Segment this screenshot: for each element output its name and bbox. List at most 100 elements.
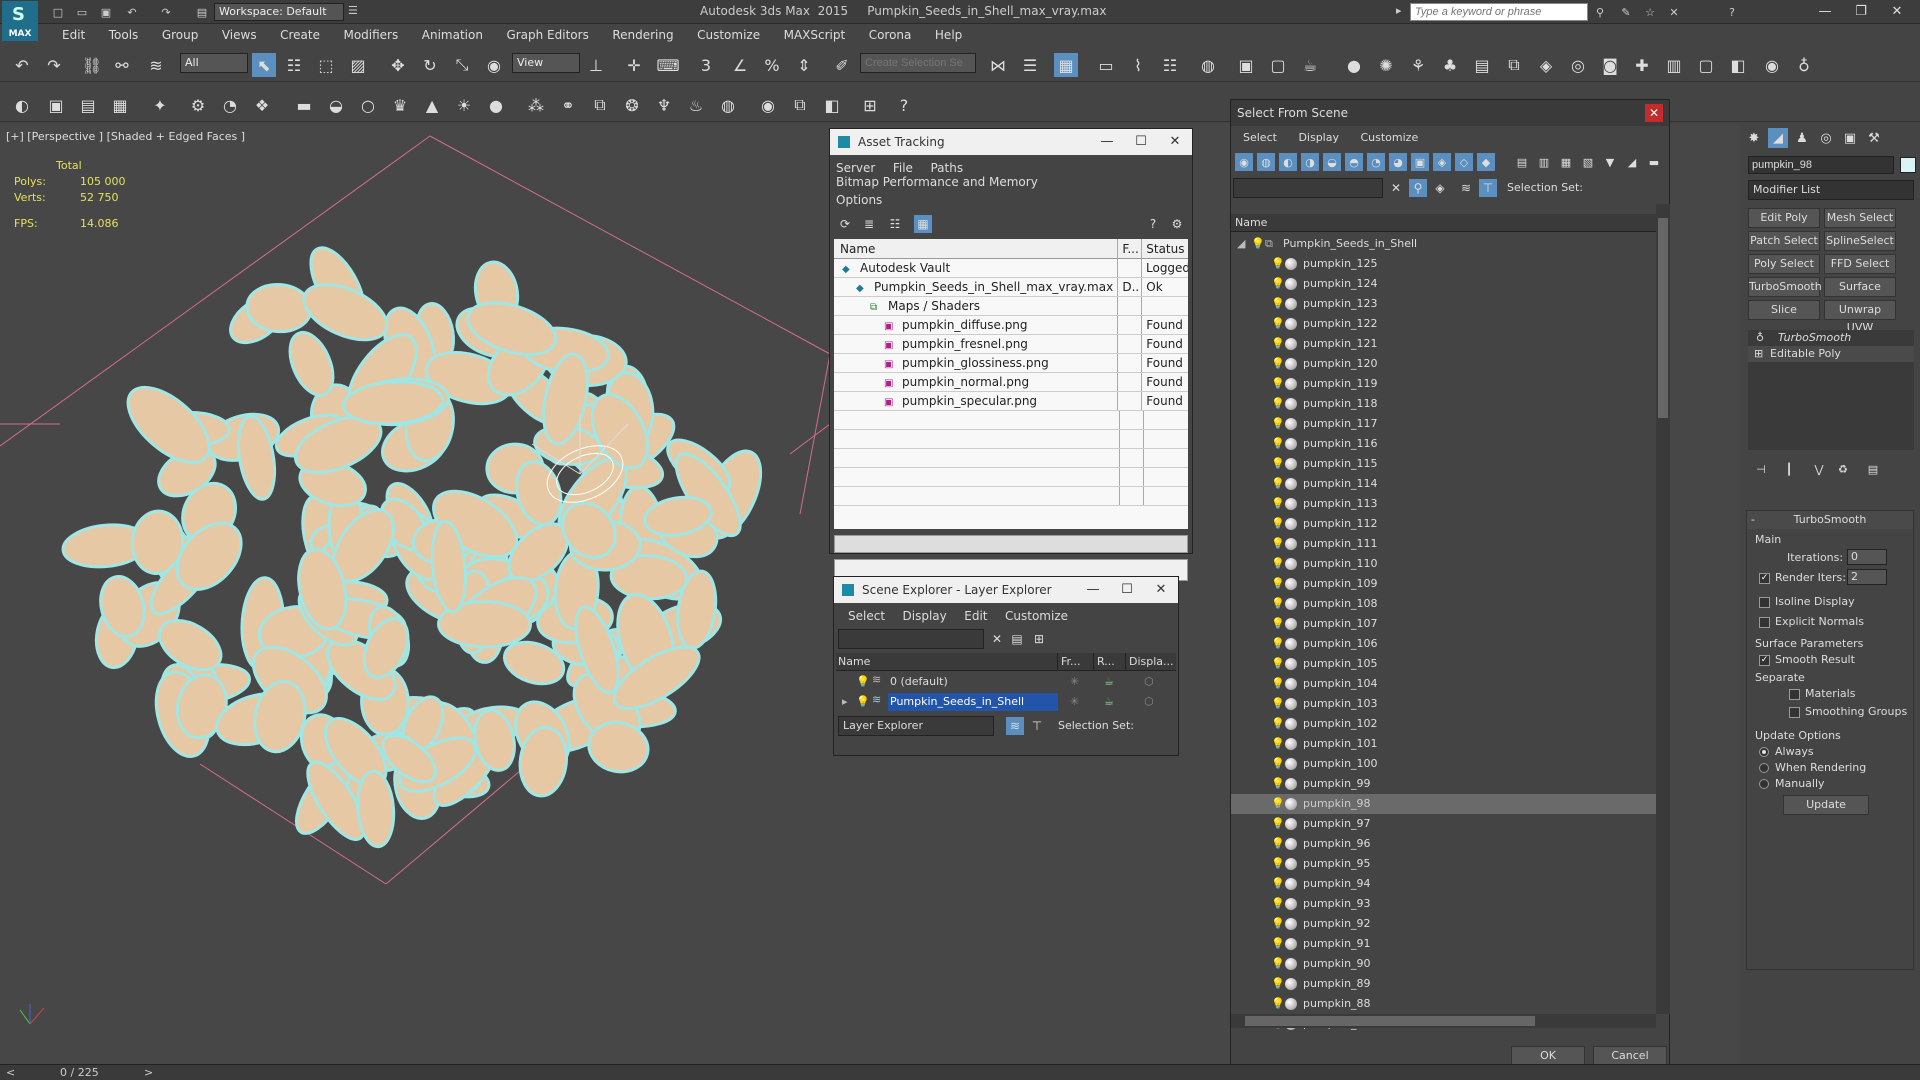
vray-sphere-light-icon[interactable]: ○ [356,93,380,117]
groups-filter-icon[interactable]: ◔ [1367,153,1385,171]
unlink-icon[interactable]: ⚯ [110,53,134,77]
modifier-button-slice[interactable]: Slice [1748,300,1820,320]
named-selection-set-input[interactable] [860,53,976,73]
sfs-object-row[interactable]: 💡 pumpkin_107 [1231,614,1656,634]
sfs-scroll-thumb[interactable] [1658,218,1668,418]
sort-icon[interactable]: ◢ [1623,153,1641,171]
modifier-button-poly-select[interactable]: Poly Select [1748,254,1820,274]
scene-explorer-titlebar[interactable]: Scene Explorer - Layer Explorer — ☐ ✕ [834,577,1178,603]
open-file-icon[interactable]: ▭ [74,4,90,20]
undo-icon[interactable]: ↶ [10,53,34,77]
render-teapot-icon[interactable]: ☕ [1104,675,1114,688]
lightbulb-icon[interactable]: 💡 [1271,938,1285,950]
layer-col-display[interactable]: Displa... [1126,653,1176,670]
spacewarps-filter-icon[interactable]: ◓ [1345,153,1363,171]
sfs-object-row[interactable]: 💡 pumpkin_115 [1231,454,1656,474]
explicit-normals-checkbox[interactable] [1759,617,1770,628]
sfs-object-row[interactable]: 💡 pumpkin_113 [1231,494,1656,514]
vray-light-icon[interactable]: ● [1342,53,1366,77]
viewport-icon[interactable]: ▢ [1694,53,1718,77]
sfs-object-row[interactable]: 💡 pumpkin_99 [1231,774,1656,794]
sfs-object-row[interactable]: 💡 pumpkin_105 [1231,654,1656,674]
sfs-object-row[interactable]: 💡 pumpkin_121 [1231,334,1656,354]
containers-filter-icon[interactable]: ◈ [1433,153,1451,171]
se-menu-customize[interactable]: Customize [1005,609,1068,623]
object-color-swatch[interactable] [1900,157,1916,173]
lightbulb-icon[interactable]: 💡 [1271,518,1285,530]
menu-graph-editors[interactable]: Graph Editors [496,24,598,46]
layers-icon[interactable]: ≋ [1006,717,1024,735]
keyboard-shortcut-icon[interactable]: ⌨ [656,53,680,77]
asset-menu-options[interactable]: Options [836,193,882,207]
modifier-list-dropdown[interactable]: Modifier List [1748,180,1914,200]
sfs-object-row[interactable]: 💡 pumpkin_109 [1231,574,1656,594]
sfs-object-row[interactable]: 💡 pumpkin_95 [1231,854,1656,874]
lightbulb-icon[interactable]: 💡 [1271,618,1285,630]
vray-hf-icon[interactable]: ♨ [684,93,708,117]
render-region-icon[interactable]: ⧉ [788,93,812,117]
rollout-collapse-icon[interactable]: - [1751,511,1755,529]
minimize-icon[interactable]: — [1090,129,1124,155]
sfs-menu-customize[interactable]: Customize [1360,131,1418,144]
sfs-menu-select[interactable]: Select [1243,131,1277,144]
lightbulb-icon[interactable]: 💡 [1271,958,1285,970]
grid-icon[interactable]: ✚ [1630,53,1654,77]
bones-filter-icon[interactable]: ▣ [1411,153,1429,171]
sfs-object-row[interactable]: 💡 pumpkin_117 [1231,414,1656,434]
motion-tab-icon[interactable]: ◎ [1816,128,1836,148]
curve-editor-icon[interactable]: ⌇ [1126,53,1150,77]
link-icon[interactable]: ⛓ [80,53,104,77]
lightbulb-icon[interactable]: 💡 [1271,438,1285,450]
modifier-button-splineselect[interactable]: SplineSelect [1824,231,1896,251]
create-tab-icon[interactable]: ✸ [1744,128,1764,148]
hierarchy-icon[interactable]: ⊤ [1479,179,1497,197]
sfs-object-row[interactable]: 💡 pumpkin_124 [1231,274,1656,294]
sfs-object-row[interactable]: 💡 pumpkin_111 [1231,534,1656,554]
isoline-checkbox[interactable] [1759,597,1770,608]
tree-view-icon[interactable]: ☷ [886,215,904,233]
expand-arrow-icon[interactable]: ▸ [842,695,848,708]
vray-toon-icon[interactable]: ◔ [218,93,242,117]
menu-modifiers[interactable]: Modifiers [333,24,408,46]
se-menu-display[interactable]: Display [903,609,947,623]
vray-light-lister-icon[interactable]: ✦ [148,93,172,117]
lightbulb-icon[interactable]: 💡 [1271,538,1285,550]
sfs-object-row[interactable]: 💡 pumpkin_98 [1231,794,1656,814]
sfs-object-row[interactable]: 💡 pumpkin_104 [1231,674,1656,694]
minimize-icon[interactable]: — [1810,2,1840,22]
freeze-icon[interactable]: ✳ [1070,675,1079,688]
modifier-button-mesh-select[interactable]: Mesh Select [1824,208,1896,228]
tools-icon[interactable]: ✎ [1618,4,1634,20]
sfs-object-row[interactable]: 💡 pumpkin_110 [1231,554,1656,574]
snaps-toggle-icon[interactable]: 3 [694,53,718,77]
expand-icon[interactable]: ⊞ [1754,346,1763,362]
layer-row-pumpkin[interactable]: ▸ 💡 ≋ Pumpkin_Seeds_in_Shell ✳ ☕ ⬡ [836,693,1176,711]
clear-search-icon[interactable]: ✕ [988,630,1006,648]
hierarchy-icon[interactable]: ⊤ [1028,717,1046,735]
vray-fur-icon[interactable]: ⚘ [1406,53,1430,77]
asset-row[interactable]: ▣ pumpkin_specular.png Found [834,392,1188,411]
col-status[interactable]: Status [1142,239,1188,258]
refresh-icon[interactable]: ⟳ [836,215,854,233]
sfs-object-row[interactable]: 💡 pumpkin_103 [1231,694,1656,714]
close-icon[interactable]: ✕ [1645,104,1663,122]
show-end-result-icon[interactable]: ┃ [1780,460,1798,478]
update-always-radio[interactable] [1759,747,1769,757]
vray-clipper-icon[interactable]: ♆ [652,93,676,117]
vray-proxy-icon[interactable]: ♣ [1438,53,1462,77]
make-unique-icon[interactable]: ⋁ [1810,460,1828,478]
lightbulb-icon[interactable]: 💡 [1271,738,1285,750]
se-menu-select[interactable]: Select [848,609,885,623]
layer-col-name[interactable]: Name [836,653,1058,670]
stack-item-turbosmooth[interactable]: ♁ TurboSmooth [1748,330,1914,346]
sfs-object-row[interactable]: 💡 pumpkin_97 [1231,814,1656,834]
update-button[interactable]: Update [1783,795,1869,815]
select-from-scene-titlebar[interactable]: Select From Scene ✕ [1231,100,1669,126]
vray-plane-create-icon[interactable]: ⧉ [588,93,612,117]
sfs-object-row[interactable]: 💡 pumpkin_108 [1231,594,1656,614]
settings-icon[interactable]: ⚙ [1168,215,1186,233]
pivot-icon[interactable]: ⊥ [584,53,608,77]
col-name[interactable]: Name [834,239,1119,258]
lightbulb-icon[interactable]: 💡 [856,696,870,708]
stack-item-editable-poly[interactable]: ⊞ Editable Poly [1748,346,1914,362]
